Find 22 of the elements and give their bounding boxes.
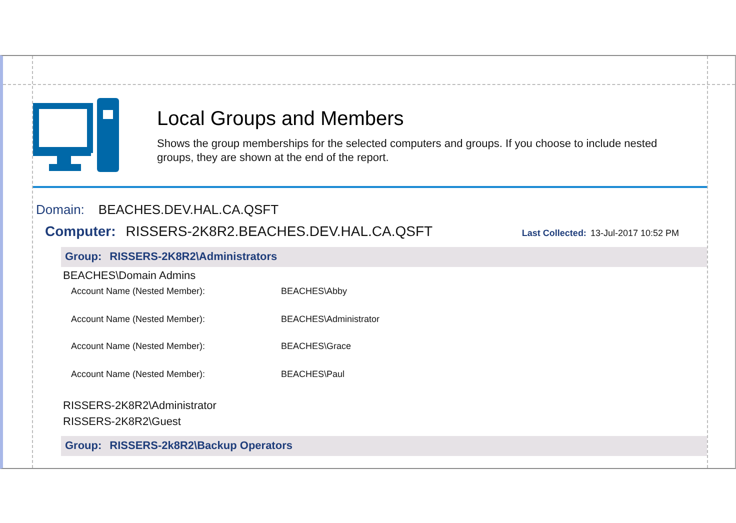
nested-member-value: BEACHES\Grace [281, 341, 352, 351]
domain-value: BEACHES.DEV.HAL.CA.QSFT [98, 202, 279, 217]
nested-member-label: Account Name (Nested Member): [71, 314, 206, 324]
group-header: Group: RISSERS-2K8R2\Administrators [61, 247, 707, 267]
computer-icon [33, 98, 119, 172]
nested-member-label: Account Name (Nested Member): [71, 286, 206, 296]
computer-value: RISSERS-2K8R2.BEACHES.DEV.HAL.CA.QSFT [126, 223, 433, 239]
member-name: RISSERS-2K8R2\Guest [62, 416, 182, 428]
report-title: Local Groups and Members [157, 108, 405, 131]
nested-member-value: BEACHES\Administrator [281, 314, 381, 324]
nested-member-label: Account Name (Nested Member): [71, 368, 206, 378]
nested-member-value: BEACHES\Paul [281, 368, 346, 378]
domain-label: Domain: [36, 202, 84, 217]
member-name: BEACHES\Domain Admins [62, 270, 197, 282]
member-name: RISSERS-2K8R2\Administrator [62, 400, 218, 412]
group-header: Group: RISSERS-2k8R2\Backup Operators [61, 436, 707, 456]
report-description: Shows the group memberships for the selected computers and groups. If you choose to include nested groups, they are shown at the end of the report. [157, 137, 658, 165]
nested-member-label: Account Name (Nested Member): [71, 341, 206, 351]
computer-label: Computer: [45, 223, 116, 239]
nested-member-value: BEACHES\Abby [281, 286, 348, 296]
last-collected-value: 13-Jul-2017 10:52 PM [590, 228, 679, 238]
last-collected-label: Last Collected: [522, 228, 586, 238]
